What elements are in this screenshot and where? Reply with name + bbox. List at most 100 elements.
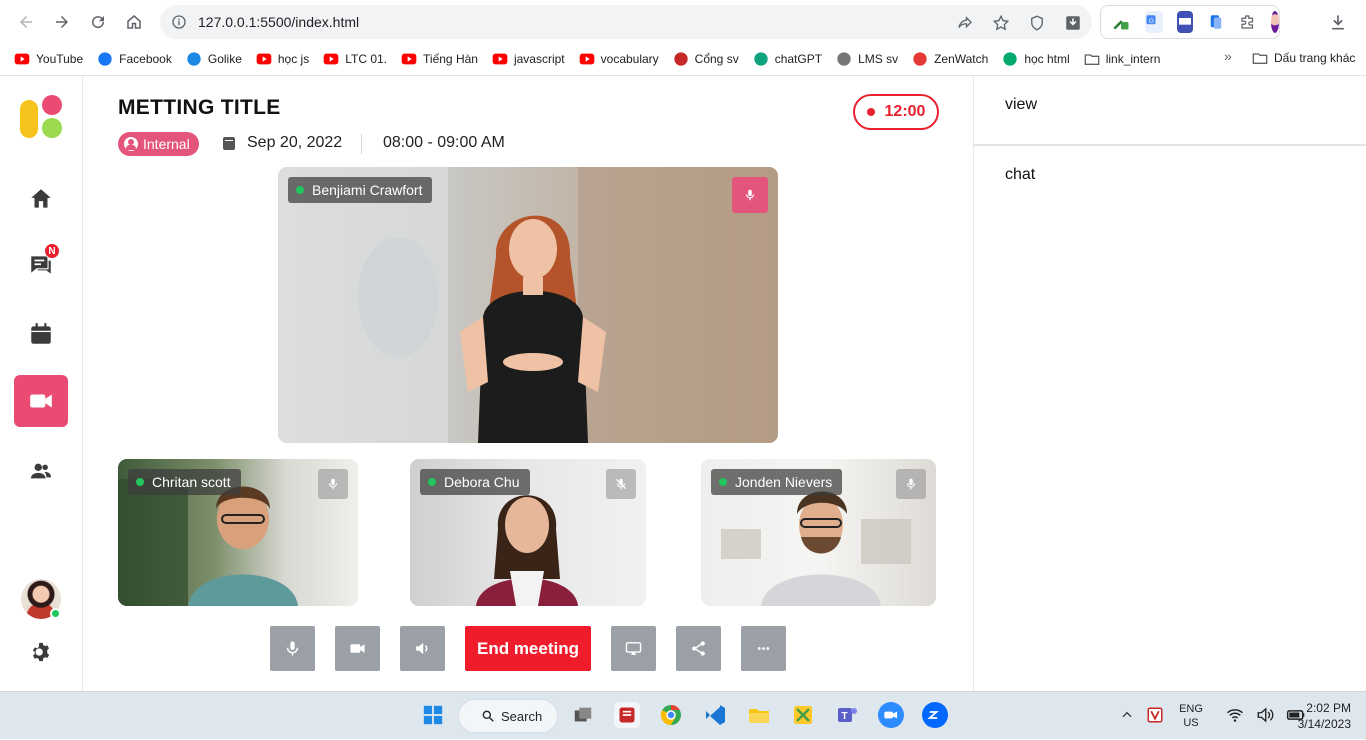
- extensions-area: G: [1100, 5, 1280, 39]
- participant-mic-button[interactable]: [896, 469, 926, 499]
- participant-mic-button[interactable]: [318, 469, 348, 499]
- volume-button[interactable]: [400, 626, 445, 671]
- w3-icon: [1002, 51, 1018, 67]
- language-indicator[interactable]: ENG US: [1176, 702, 1206, 730]
- sidebar-item-settings[interactable]: [14, 626, 68, 678]
- arrow-left-icon: [20, 16, 32, 28]
- search-label: Search: [501, 708, 543, 724]
- chevron-up-icon[interactable]: [1120, 708, 1134, 725]
- bookmark-label: vocabulary: [600, 52, 659, 66]
- youtube-icon: [492, 51, 508, 67]
- sidebar-item-video[interactable]: [14, 375, 68, 427]
- view-panel-label[interactable]: view: [1005, 96, 1037, 114]
- youtube-icon: [256, 51, 272, 67]
- start-button[interactable]: [420, 702, 446, 728]
- bookmark-item[interactable]: chatGPT: [753, 51, 822, 67]
- golike-icon: [186, 51, 202, 67]
- profile-avatar-icon[interactable]: [1271, 11, 1279, 33]
- meeting-main: METTING TITLE Internal Sep 20, 2022 08:0…: [83, 76, 973, 691]
- participant-name: Chritan scott: [152, 474, 231, 490]
- downloads-button[interactable]: [1326, 10, 1350, 34]
- bookmark-item[interactable]: vocabulary: [579, 51, 659, 67]
- bookmark-label: link_intern: [1105, 52, 1161, 66]
- online-status-dot: [50, 608, 61, 619]
- meeting-app: N METTING TITLE Internal Sep 20, 2022 08: [0, 76, 1366, 691]
- bookmark-item[interactable]: LMS sv: [836, 51, 898, 67]
- address-bar[interactable]: 127.0.0.1:5500/index.html: [160, 5, 1092, 39]
- main-video-tile[interactable]: Benjiami Crawfort: [278, 167, 778, 443]
- user-avatar[interactable]: [21, 579, 61, 619]
- bookmark-item[interactable]: Tiếng Hàn: [401, 51, 478, 67]
- clock-date: 3/14/2023: [1297, 717, 1351, 731]
- taskbar-clock[interactable]: 2:02 PM 3/14/2023: [1293, 700, 1351, 732]
- install-icon[interactable]: [1062, 12, 1084, 34]
- chat-panel-label[interactable]: chat: [1005, 166, 1035, 184]
- bookmark-item[interactable]: Cổng sv: [673, 51, 739, 67]
- file-explorer-icon[interactable]: [746, 702, 772, 728]
- participant-mic-button[interactable]: [732, 177, 768, 213]
- participant-mic-muted-button[interactable]: [606, 469, 636, 499]
- home-button[interactable]: [120, 8, 148, 36]
- wifi-icon[interactable]: [1226, 706, 1244, 727]
- app-logo[interactable]: [19, 95, 65, 141]
- zenwatch-icon: [912, 51, 928, 67]
- participant-tile[interactable]: Chritan scott: [118, 459, 358, 606]
- participant-tile[interactable]: Jonden Nievers: [701, 459, 936, 606]
- shield-icon[interactable]: [1026, 12, 1048, 34]
- antivirus-tray-icon[interactable]: [1146, 706, 1164, 727]
- meeting-type-tag[interactable]: Internal: [118, 132, 199, 156]
- mic-muted-icon: [615, 478, 627, 490]
- taskbar-search[interactable]: Search: [458, 699, 558, 733]
- back-button[interactable]: [12, 8, 40, 36]
- bookmark-item[interactable]: YouTube: [14, 51, 83, 67]
- bookmark-item[interactable]: học js: [256, 51, 309, 67]
- sidebar-item-home[interactable]: [14, 173, 68, 225]
- reload-button[interactable]: [84, 8, 112, 36]
- screen-extension-icon[interactable]: [1177, 11, 1193, 33]
- share-page-icon[interactable]: [954, 12, 976, 34]
- task-view-icon[interactable]: [570, 702, 596, 728]
- address-bar-actions: [954, 12, 1084, 34]
- bookmark-star-icon[interactable]: [990, 12, 1012, 34]
- translate-extension-icon[interactable]: G: [1145, 11, 1163, 33]
- bookmark-item[interactable]: ZenWatch: [912, 51, 988, 67]
- other-bookmarks-folder[interactable]: Dấu trang khác: [1252, 50, 1355, 66]
- volume-tray-icon[interactable]: [1256, 706, 1274, 727]
- puzzle-extensions-icon[interactable]: [1239, 11, 1257, 33]
- zoom-icon[interactable]: [878, 702, 904, 728]
- bookmark-item[interactable]: LTC 01.: [323, 51, 387, 67]
- sidebar-item-chat[interactable]: N: [14, 239, 68, 291]
- vscode-icon[interactable]: [702, 702, 728, 728]
- bookmark-item[interactable]: Facebook: [97, 51, 172, 67]
- snipping-tool-icon[interactable]: [614, 702, 640, 728]
- participant-name-tag: Debora Chu: [420, 469, 530, 495]
- bookmark-item[interactable]: javascript: [492, 51, 565, 67]
- mic-toggle-button[interactable]: [270, 626, 315, 671]
- mic-icon: [286, 641, 299, 656]
- sidebar-item-users[interactable]: [14, 445, 68, 497]
- share-button[interactable]: [676, 626, 721, 671]
- sidebar-item-calendar[interactable]: [14, 308, 68, 360]
- zalo-icon[interactable]: [922, 702, 948, 728]
- bookmarks-overflow-icon[interactable]: »: [1224, 48, 1232, 64]
- camera-toggle-button[interactable]: [335, 626, 380, 671]
- participant-tile[interactable]: Debora Chu: [410, 459, 646, 606]
- bookmark-item[interactable]: học html: [1002, 51, 1070, 67]
- teams-icon[interactable]: T: [834, 702, 860, 728]
- bookmark-label: YouTube: [36, 52, 84, 66]
- forward-button[interactable]: [48, 8, 76, 36]
- participant-name: Jonden Nievers: [735, 474, 833, 490]
- docs-extension-icon[interactable]: [1207, 11, 1225, 33]
- eyedropper-extension-icon[interactable]: [1111, 11, 1131, 33]
- volume-icon: [416, 642, 428, 655]
- site-info-icon[interactable]: [170, 13, 188, 31]
- system-tray: ENG US: [1120, 692, 1306, 740]
- date-time-divider: [361, 134, 362, 154]
- screen-share-button[interactable]: [611, 626, 656, 671]
- end-meeting-button[interactable]: End meeting: [465, 626, 591, 671]
- tools-app-icon[interactable]: [790, 702, 816, 728]
- chrome-icon[interactable]: [658, 702, 684, 728]
- more-options-button[interactable]: [741, 626, 786, 671]
- bookmark-item[interactable]: Golike: [186, 51, 242, 67]
- bookmark-item[interactable]: link_intern: [1084, 51, 1161, 67]
